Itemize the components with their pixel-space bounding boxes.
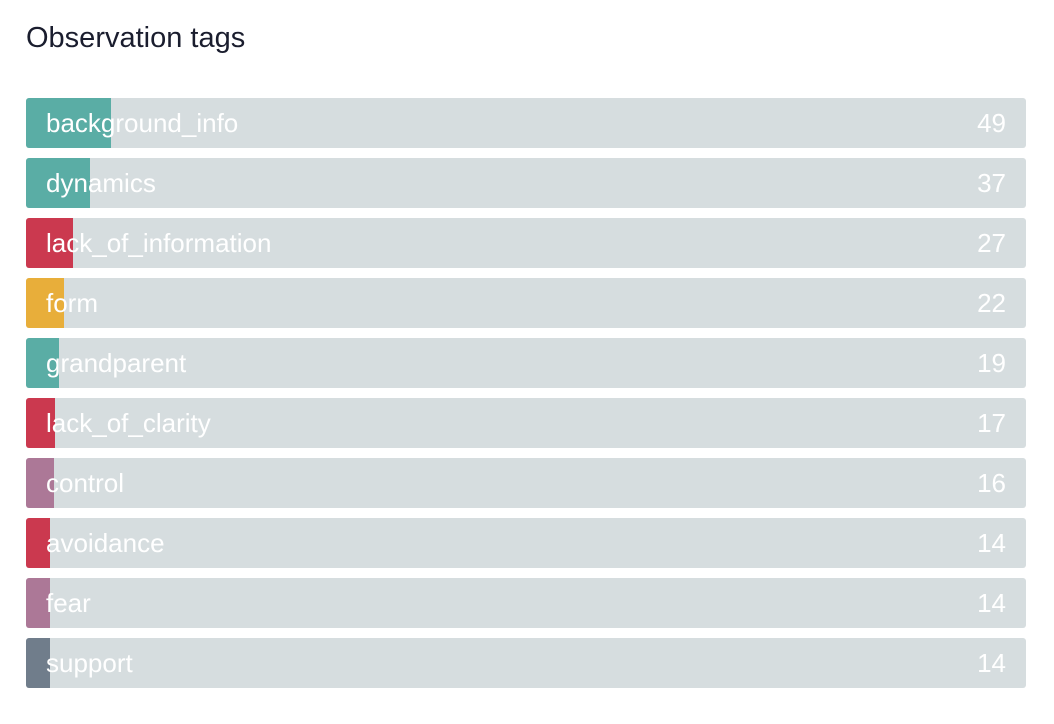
bar-label: background_info [46,108,239,138]
bar-value: 14 [977,528,1006,558]
bar-label: form [46,288,98,318]
tag-bar-support[interactable]: support 14 [26,638,1026,688]
tag-bar-lack-of-clarity[interactable]: lack_of_clarity 17 [26,398,1026,448]
tag-bar-control[interactable]: control 16 [26,458,1026,508]
bar-label: lack_of_information [46,228,272,258]
tag-bar-list: background_info 49 dynamics 37 lack_of_infor… [26,98,1026,698]
tag-bar-fear[interactable]: fear 14 [26,578,1026,628]
bar-value: 14 [977,648,1006,678]
tag-bar-dynamics[interactable]: dynamics 37 [26,158,1026,208]
panel-title: Observation tags [26,22,246,54]
bar-label: lack_of_clarity [46,408,211,438]
tag-bar-grandparent[interactable]: grandparent 19 [26,338,1026,388]
bar-value: 22 [977,288,1006,318]
bar-value: 17 [977,408,1006,438]
tag-bar-background-info[interactable]: background_info 49 [26,98,1026,148]
bar-label: control [46,468,125,498]
bar-value: 19 [977,348,1006,378]
tag-bar-avoidance[interactable]: avoidance 14 [26,518,1026,568]
bar-value: 37 [977,168,1006,198]
bar-value: 14 [977,588,1006,618]
bar-label: support [46,648,133,678]
bar-label: avoidance [46,528,165,558]
tag-bar-form[interactable]: form 22 [26,278,1026,328]
bar-label: grandparent [46,348,187,378]
bar-label: fear [46,588,91,618]
bar-value: 27 [977,228,1006,258]
tag-bar-lack-of-information[interactable]: lack_of_information 27 [26,218,1026,268]
bar-label: dynamics [46,168,156,198]
bar-value: 16 [977,468,1006,498]
bar-value: 49 [977,108,1006,138]
